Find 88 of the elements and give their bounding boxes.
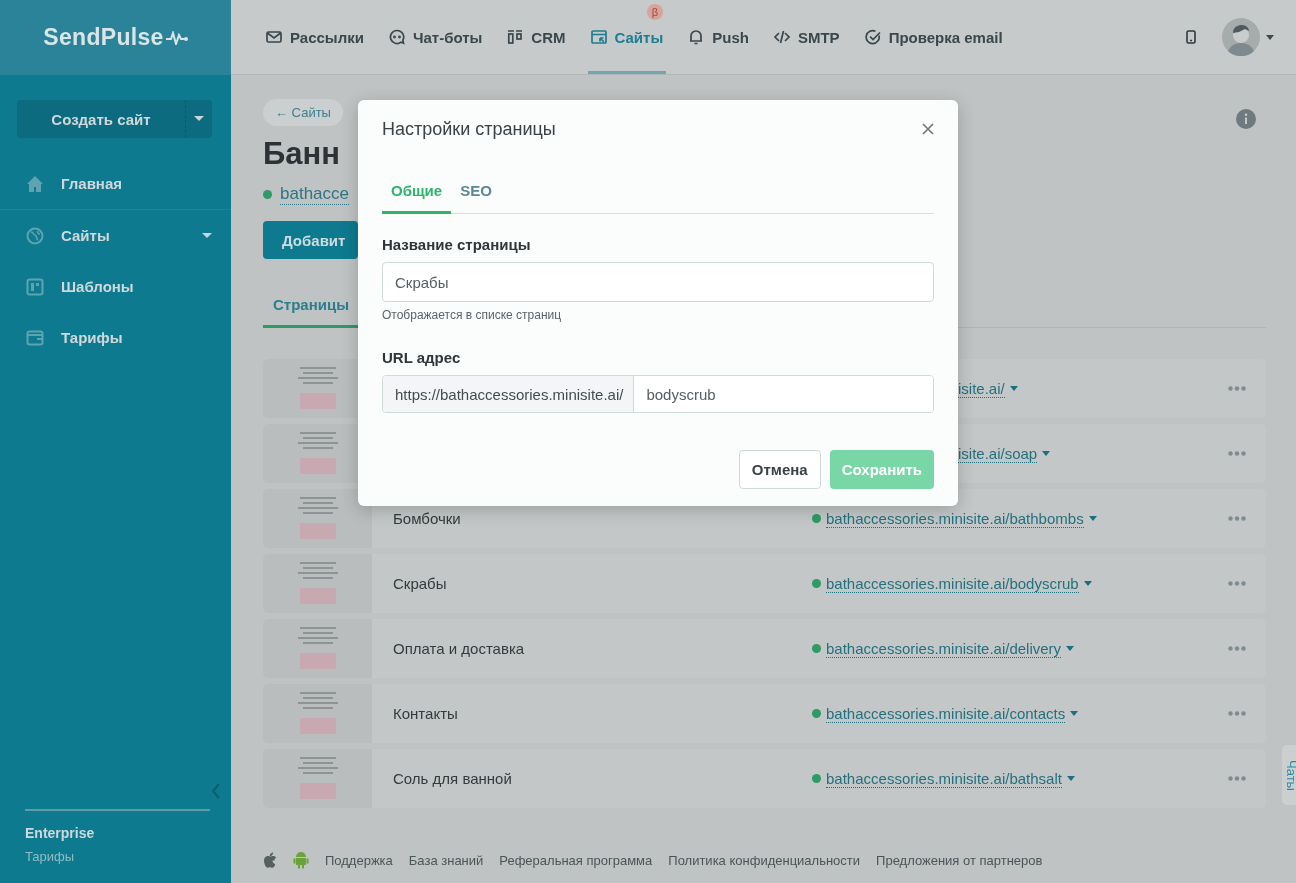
caret-icon[interactable] xyxy=(1042,451,1051,456)
page-url-link[interactable]: bathaccessories.minisite.ai/delivery xyxy=(826,639,1062,658)
caret-icon xyxy=(194,116,204,122)
nav-tab[interactable]: Проверка email xyxy=(861,24,1006,74)
page-title: Банн xyxy=(263,136,340,172)
more-icon[interactable] xyxy=(1228,646,1246,651)
beta-badge: β xyxy=(647,4,663,20)
dialog-title: Настройки страницы xyxy=(382,118,556,140)
field-hint: Отображается в списке страниц xyxy=(382,308,563,322)
sidebar-item[interactable]: Шаблоны xyxy=(0,261,231,312)
page-url-link[interactable]: bathaccessories.minisite.ai/bathsalt xyxy=(826,769,1062,788)
page-name: Оплата и доставка xyxy=(393,640,526,657)
page-url-link[interactable]: bathaccessories.minisite.ai/bodyscrub xyxy=(826,574,1079,593)
caret-icon[interactable] xyxy=(1066,776,1075,781)
nav-tab[interactable]: Push xyxy=(685,24,752,74)
logo[interactable]: SendPulse xyxy=(0,0,231,75)
status-dot xyxy=(812,579,821,588)
more-icon[interactable] xyxy=(1228,451,1246,456)
nav-tab[interactable]: Сайты xyxy=(587,24,667,74)
check-circle-icon xyxy=(864,29,881,45)
close-icon[interactable] xyxy=(922,123,934,135)
info-icon[interactable] xyxy=(1236,109,1256,129)
code-icon xyxy=(773,29,790,45)
more-icon[interactable] xyxy=(1228,581,1246,586)
status-dot xyxy=(812,644,821,653)
bell-icon xyxy=(688,29,705,45)
more-icon[interactable] xyxy=(1228,516,1246,521)
caret-icon[interactable] xyxy=(1266,34,1274,40)
plans-link[interactable]: Тарифы xyxy=(25,849,210,864)
sidebar-item[interactable]: Главная xyxy=(0,158,231,209)
page-name: Соль для ванной xyxy=(393,770,513,787)
dialog-tab[interactable]: SEO xyxy=(451,174,501,214)
page-row[interactable]: Скрабы bathaccessories.minisite.ai/bodyscrub xyxy=(263,554,1266,613)
caret-icon[interactable] xyxy=(1083,581,1092,586)
apple-icon[interactable] xyxy=(263,852,277,868)
browser-icon xyxy=(590,29,607,45)
chat-bubble-icon xyxy=(388,29,405,45)
page-url-link[interactable]: bathaccessories.minisite.ai/bathbombs xyxy=(826,509,1084,528)
globe-icon xyxy=(26,226,44,245)
page-row[interactable]: Соль для ванной bathaccessories.minisite.ai/bathsalt xyxy=(263,749,1266,808)
caret-icon[interactable] xyxy=(1088,516,1097,521)
site-link[interactable]: bathacce xyxy=(280,184,349,205)
nav-tab[interactable]: Чат-боты xyxy=(385,24,486,74)
page-row[interactable]: Оплата и доставка bathaccessories.minisite.ai/delivery xyxy=(263,619,1266,678)
more-icon[interactable] xyxy=(1228,776,1246,781)
sidebar-item[interactable]: Сайты xyxy=(0,210,231,261)
page-name: Контакты xyxy=(393,705,459,722)
back-link[interactable]: ← Сайты xyxy=(263,99,343,126)
page-row[interactable]: Контакты bathaccessories.minisite.ai/contacts xyxy=(263,684,1266,743)
field-label: URL адрес xyxy=(382,349,462,366)
nav-tab[interactable]: SMTP xyxy=(770,24,843,74)
caret-icon xyxy=(202,232,212,239)
caret-icon[interactable] xyxy=(1009,386,1018,391)
caret-icon[interactable] xyxy=(1066,646,1075,651)
create-site-button[interactable]: Создать сайт xyxy=(17,100,186,138)
page-url-link[interactable]: bathaccessories.minisite.ai/contacts xyxy=(826,704,1066,723)
footer-link[interactable]: Предложения от партнеров xyxy=(876,852,1043,868)
mobile-phone-icon[interactable] xyxy=(1186,30,1196,44)
field-label: Название страницы xyxy=(382,236,532,253)
sidebar-item[interactable]: Тарифы xyxy=(0,312,231,363)
dropdown-button[interactable] xyxy=(186,100,212,138)
footer-link[interactable]: Поддержка xyxy=(325,852,393,868)
status-dot xyxy=(263,190,272,199)
footer-link[interactable]: Политика конфиденциальности xyxy=(668,852,861,868)
footer-link[interactable]: Реферальная программа xyxy=(499,852,653,868)
home-icon xyxy=(26,174,44,193)
chat-tab[interactable]: Чаты xyxy=(1282,745,1296,805)
nav-tab[interactable]: CRM xyxy=(504,24,569,74)
user-avatar[interactable] xyxy=(1222,18,1260,56)
template-icon xyxy=(26,277,44,296)
footer-link[interactable]: База знаний xyxy=(408,852,484,868)
envelope-icon xyxy=(266,29,282,45)
caret-icon[interactable] xyxy=(1070,711,1079,716)
page-name: Скрабы xyxy=(393,575,448,592)
nav-tab[interactable]: Рассылки xyxy=(263,24,367,74)
page-name: Бомбочки xyxy=(393,510,462,527)
columns-icon xyxy=(507,29,524,45)
status-dot xyxy=(812,709,821,718)
dialog-tab[interactable]: Общие xyxy=(382,174,452,214)
cancel-button[interactable]: Отмена xyxy=(738,450,821,489)
status-dot xyxy=(812,774,821,783)
plan-name: Enterprise xyxy=(25,825,96,841)
status-dot xyxy=(812,514,821,523)
more-icon[interactable] xyxy=(1228,386,1246,391)
more-icon[interactable] xyxy=(1228,711,1246,716)
wallet-icon xyxy=(26,328,44,347)
add-page-button[interactable]: Добавит xyxy=(263,221,358,259)
page-name-field[interactable]: Скрабы xyxy=(382,262,934,302)
